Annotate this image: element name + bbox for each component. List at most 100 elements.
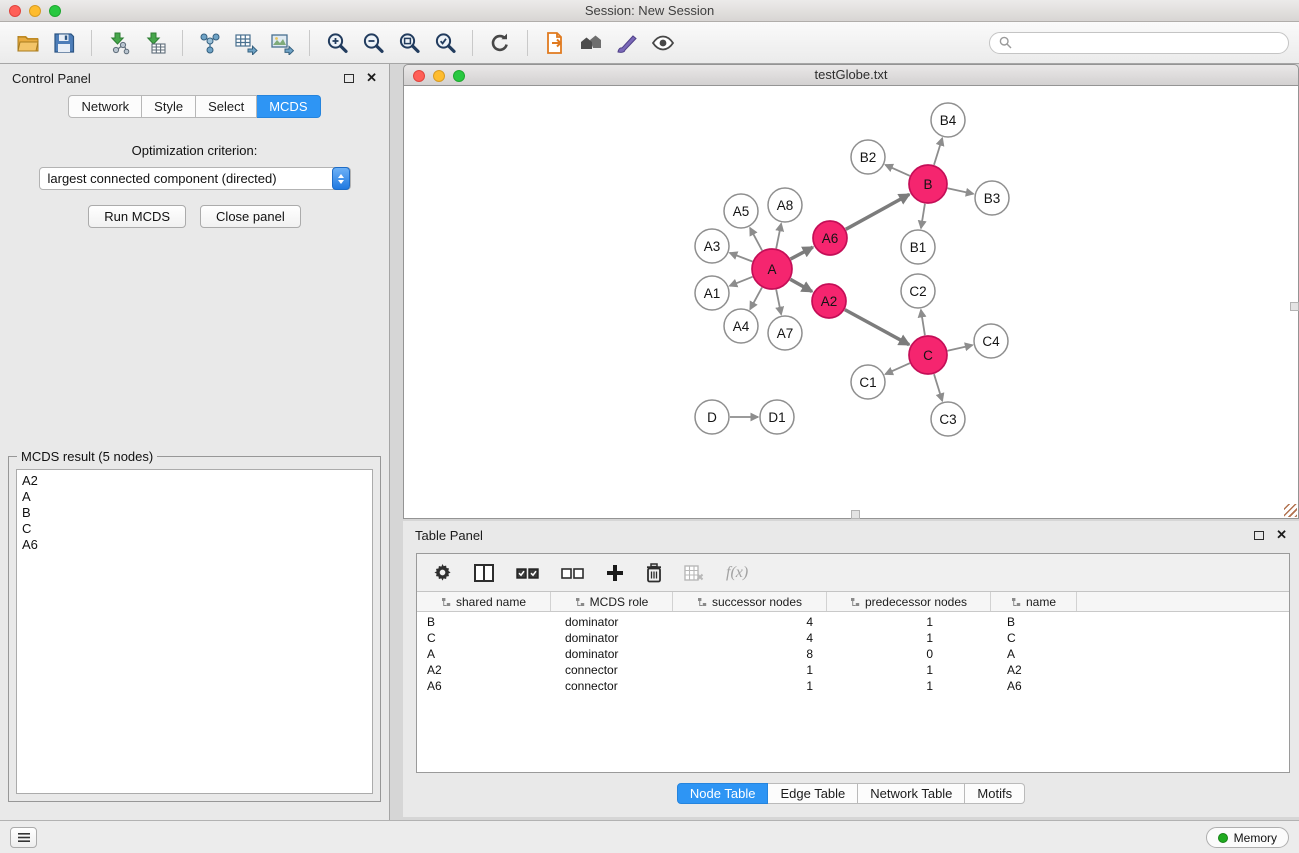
table-cell[interactable]: C (991, 630, 1077, 646)
scroll-handle[interactable] (851, 510, 860, 519)
result-list-item[interactable]: A (22, 489, 367, 505)
table-cell[interactable]: 0 (827, 646, 991, 662)
table-cell[interactable]: C (417, 630, 551, 646)
zoom-window-button[interactable] (49, 5, 61, 17)
table-row[interactable]: Adominator80A (417, 646, 1289, 662)
close-window-button[interactable] (9, 5, 21, 17)
table-cell[interactable]: connector (551, 662, 673, 678)
result-list-item[interactable]: B (22, 505, 367, 521)
edge-B-B3[interactable] (948, 188, 974, 194)
task-history-button[interactable] (10, 827, 37, 848)
function-builder-button[interactable]: f(x) (726, 564, 748, 582)
result-list-item[interactable]: A6 (22, 537, 367, 553)
table-cell[interactable]: dominator (551, 646, 673, 662)
table-row[interactable]: Cdominator41C (417, 630, 1289, 646)
table-cell[interactable]: dominator (551, 614, 673, 630)
table-settings-button[interactable] (433, 563, 452, 582)
node-B[interactable]: B (909, 165, 947, 203)
delete-table-button[interactable] (684, 565, 704, 581)
edge-A-A8[interactable] (776, 224, 781, 249)
node-A3[interactable]: A3 (695, 229, 729, 263)
mcds-result-list[interactable]: A2ABCA6 (16, 469, 373, 794)
titlebar[interactable]: Session: New Session (0, 0, 1299, 22)
column-header-MCDS-role[interactable]: MCDS role (551, 592, 673, 611)
edge-A-A1[interactable] (730, 277, 753, 286)
node-C3[interactable]: C3 (931, 402, 965, 436)
table-cell[interactable]: A2 (417, 662, 551, 678)
node-B2[interactable]: B2 (851, 140, 885, 174)
table-cell[interactable]: 4 (673, 630, 827, 646)
network-graph[interactable]: B4B2BB3A5A8A6A3B1AC2A1A2A4A7C4CC1DD1C3 (404, 86, 1298, 518)
edge-A-A7[interactable] (776, 290, 781, 315)
node-A8[interactable]: A8 (768, 188, 802, 222)
table-cell[interactable]: 1 (827, 630, 991, 646)
table-cell[interactable]: B (417, 614, 551, 630)
save-session-button[interactable] (46, 26, 82, 60)
edge-A2-C[interactable] (845, 310, 909, 345)
select-all-columns-button[interactable] (516, 565, 539, 581)
create-column-button[interactable] (606, 564, 624, 582)
tab-select[interactable]: Select (196, 95, 257, 118)
network-window-titlebar[interactable]: testGlobe.txt (403, 64, 1299, 86)
tab-mcds[interactable]: MCDS (257, 95, 320, 118)
table-cell[interactable]: 1 (827, 662, 991, 678)
delete-columns-button[interactable] (646, 563, 662, 583)
dropdown-stepper-icon[interactable] (332, 167, 350, 190)
edge-A-A3[interactable] (730, 253, 753, 262)
node-A1[interactable]: A1 (695, 276, 729, 310)
close-panel-button[interactable]: Close panel (200, 205, 301, 228)
node-A[interactable]: A (752, 249, 792, 289)
style-button[interactable] (609, 26, 645, 60)
edge-B-B2[interactable] (885, 165, 910, 176)
show-columns-button[interactable] (474, 564, 494, 582)
home-view-button[interactable] (573, 26, 609, 60)
node-A4[interactable]: A4 (724, 309, 758, 343)
node-A6[interactable]: A6 (813, 221, 847, 255)
result-list-item[interactable]: C (22, 521, 367, 537)
table-cell[interactable]: 1 (827, 614, 991, 630)
scroll-handle[interactable] (1290, 302, 1299, 311)
node-D[interactable]: D (695, 400, 729, 434)
edge-B-B1[interactable] (921, 204, 925, 228)
tab-network-table[interactable]: Network Table (858, 783, 965, 804)
table-cell[interactable]: B (991, 614, 1077, 630)
run-mcds-button[interactable]: Run MCDS (88, 205, 186, 228)
resize-grip[interactable] (1284, 504, 1297, 517)
float-panel-icon[interactable] (344, 74, 354, 83)
table-cell[interactable]: 4 (673, 614, 827, 630)
table-row[interactable]: A2connector11A2 (417, 662, 1289, 678)
zoom-in-button[interactable] (319, 26, 355, 60)
table-cell[interactable]: 1 (827, 678, 991, 694)
edge-A-A4[interactable] (750, 287, 762, 309)
node-A2[interactable]: A2 (812, 284, 846, 318)
export-table-button[interactable] (228, 26, 264, 60)
tab-edge-table[interactable]: Edge Table (768, 783, 858, 804)
table-cell[interactable]: 1 (673, 678, 827, 694)
node-B4[interactable]: B4 (931, 103, 965, 137)
close-network-window-button[interactable] (413, 70, 425, 82)
export-image-button[interactable] (264, 26, 300, 60)
tab-network[interactable]: Network (68, 95, 142, 118)
table-cell[interactable]: 8 (673, 646, 827, 662)
minimize-window-button[interactable] (29, 5, 41, 17)
column-header-successor-nodes[interactable]: successor nodes (673, 592, 827, 611)
node-C1[interactable]: C1 (851, 365, 885, 399)
network-canvas[interactable]: B4B2BB3A5A8A6A3B1AC2A1A2A4A7C4CC1DD1C3 (403, 86, 1299, 519)
search-input[interactable] (1018, 36, 1279, 50)
zoom-fit-button[interactable] (391, 26, 427, 60)
float-table-panel-icon[interactable] (1254, 531, 1264, 540)
zoom-network-window-button[interactable] (453, 70, 465, 82)
open-file-button[interactable] (10, 26, 46, 60)
edge-A6-B[interactable] (846, 194, 909, 229)
table-row[interactable]: A6connector11A6 (417, 678, 1289, 694)
import-table-button[interactable] (137, 26, 173, 60)
close-table-panel-icon[interactable]: ✕ (1276, 530, 1287, 540)
edge-A-A5[interactable] (750, 228, 762, 251)
table-cell[interactable]: A (991, 646, 1077, 662)
minimize-network-window-button[interactable] (433, 70, 445, 82)
node-C2[interactable]: C2 (901, 274, 935, 308)
table-cell[interactable]: A6 (991, 678, 1077, 694)
node-C[interactable]: C (909, 336, 947, 374)
new-network-button[interactable] (192, 26, 228, 60)
node-B3[interactable]: B3 (975, 181, 1009, 215)
